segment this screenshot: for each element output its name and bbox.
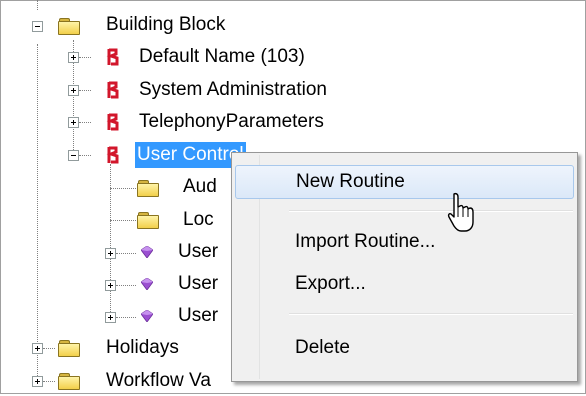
tree-item-label: Workflow Va xyxy=(106,370,211,391)
tree-item-label: User xyxy=(178,305,219,326)
menu-item-label: Import Routine... xyxy=(295,231,436,252)
collapse-user-control-expander-icon[interactable] xyxy=(68,150,79,161)
tree-item-label: User Control xyxy=(135,142,246,168)
tree-item-building-block[interactable]: Building Block xyxy=(104,10,227,40)
tree-connector xyxy=(43,381,55,382)
red-hook-icon xyxy=(106,48,119,66)
delete-menu-item[interactable]: Delete xyxy=(235,331,574,365)
folder-icon xyxy=(58,373,80,390)
new-routine-menu-item[interactable]: New Routine xyxy=(235,165,574,199)
tree-connector xyxy=(37,0,38,10)
collapse-building-block-expander-icon[interactable] xyxy=(32,21,43,32)
tree-item-holidays[interactable]: Holidays xyxy=(104,333,181,363)
folder-icon xyxy=(58,340,80,357)
purple-gem-icon xyxy=(141,310,153,322)
tree-connector xyxy=(37,44,38,384)
expand-user-1-expander-icon[interactable] xyxy=(105,248,116,259)
tree-item-aud[interactable]: Aud xyxy=(181,172,219,202)
import-routine-menu-item[interactable]: Import Routine... xyxy=(235,225,574,259)
tree-connector xyxy=(116,285,136,286)
tree-connector xyxy=(110,188,136,189)
tree-connector xyxy=(79,57,91,58)
tree-item-label: Holidays xyxy=(106,337,179,358)
tree-item-user-3[interactable]: User xyxy=(176,301,220,331)
tree-item-user-control[interactable]: User Control xyxy=(135,140,246,170)
tree-item-label: User xyxy=(178,273,219,294)
expand-system-administration-expander-icon[interactable] xyxy=(68,85,79,96)
tree-item-workflow[interactable]: Workflow Va xyxy=(104,366,213,396)
expand-user-3-expander-icon[interactable] xyxy=(105,312,116,323)
purple-gem-icon xyxy=(141,246,153,258)
folder-icon xyxy=(137,212,159,229)
folder-icon xyxy=(137,180,159,197)
expand-holidays-expander-icon[interactable] xyxy=(32,343,43,354)
purple-gem-icon xyxy=(141,278,153,290)
tree-connector xyxy=(110,220,136,221)
tree-connector xyxy=(110,164,111,316)
tree-item-user-2[interactable]: User xyxy=(176,269,220,299)
tree-item-label: User xyxy=(178,241,219,262)
tree-connector xyxy=(79,122,91,123)
tree-connector xyxy=(79,90,91,91)
tree-item-loc[interactable]: Loc xyxy=(181,205,216,235)
menu-item-label: New Routine xyxy=(296,171,405,192)
expand-telephony-parameters-expander-icon[interactable] xyxy=(68,117,79,128)
expand-workflow-expander-icon[interactable] xyxy=(32,376,43,387)
tree-item-label: Building Block xyxy=(106,14,226,35)
expand-default-name-expander-icon[interactable] xyxy=(68,52,79,63)
menu-separator xyxy=(289,210,573,212)
tree-connector xyxy=(116,253,136,254)
tree-item-label: Default Name (103) xyxy=(139,46,305,67)
tree-item-label: System Administration xyxy=(139,79,327,100)
tree-connector xyxy=(79,155,91,156)
menu-separator xyxy=(289,313,573,315)
folder-icon xyxy=(58,18,80,35)
red-hook-icon xyxy=(106,81,119,99)
tree-item-label: TelephonyParameters xyxy=(139,111,324,132)
red-hook-icon xyxy=(106,113,119,131)
tree-item-telephony-parameters[interactable]: TelephonyParameters xyxy=(137,107,326,137)
menu-item-label: Export... xyxy=(295,273,366,294)
expand-user-2-expander-icon[interactable] xyxy=(105,280,116,291)
red-hook-icon xyxy=(106,146,119,164)
tree-item-label: Loc xyxy=(183,209,214,230)
tree-connector xyxy=(43,348,55,349)
tree-item-label: Aud xyxy=(183,176,217,197)
mouse-cursor-icon xyxy=(447,192,474,232)
context-menu: New Routine Import Routine... Export... … xyxy=(231,152,578,382)
menu-item-label: Delete xyxy=(295,337,350,358)
tree-connector xyxy=(116,317,136,318)
tree-item-default-name[interactable]: Default Name (103) xyxy=(137,42,307,72)
tree-item-user-1[interactable]: User xyxy=(176,237,220,267)
tree-item-system-administration[interactable]: System Administration xyxy=(137,75,329,105)
export-menu-item[interactable]: Export... xyxy=(235,267,574,301)
